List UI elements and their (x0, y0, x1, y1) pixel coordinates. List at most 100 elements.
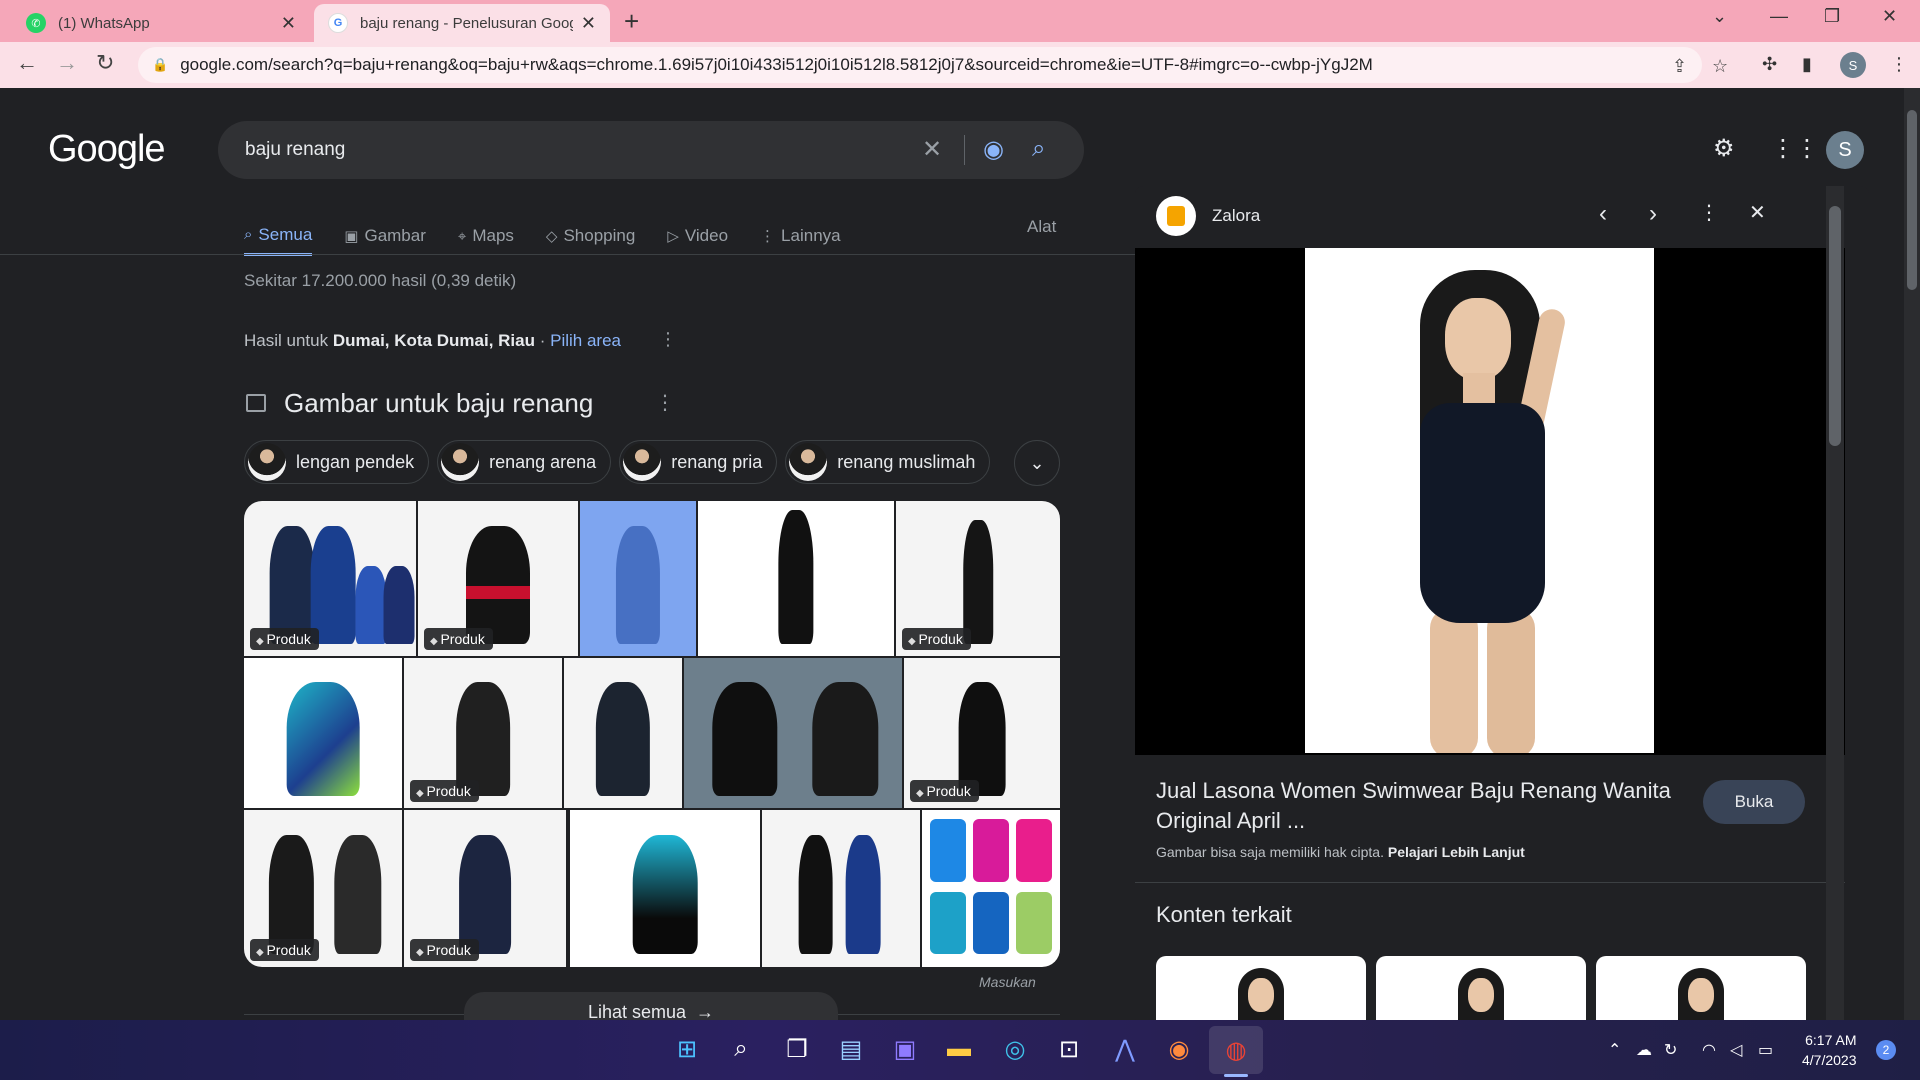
image-result[interactable]: Produk (404, 658, 562, 808)
share-icon[interactable]: ⇪ (1672, 56, 1687, 77)
close-tab-icon[interactable]: ✕ (281, 13, 296, 34)
chrome-icon[interactable]: ◍ (1209, 1026, 1263, 1074)
tab-maps[interactable]: ⌖ Maps (458, 216, 514, 256)
page-scrollbar[interactable] (1904, 88, 1920, 1020)
image-result[interactable]: Produk (896, 501, 1060, 656)
app-icon[interactable]: ⋀ (1108, 1032, 1142, 1066)
panel-scrollbar[interactable] (1826, 186, 1844, 1026)
related-image[interactable] (1156, 956, 1366, 1020)
close-icon[interactable]: ✕ (1749, 200, 1766, 225)
more-vert-icon[interactable]: ⋮ (1699, 200, 1719, 225)
close-tab-icon[interactable]: ✕ (581, 13, 596, 34)
task-view-icon[interactable]: ❐ (780, 1032, 814, 1066)
copyright-notice: Gambar bisa saja memiliki hak cipta. Pel… (1156, 844, 1525, 860)
sync-icon[interactable]: ↻ (1664, 1040, 1677, 1060)
next-chevron-icon[interactable]: › (1649, 200, 1657, 228)
extensions-icon[interactable]: ✣ (1762, 54, 1777, 75)
restore-icon[interactable]: ❐ (1824, 6, 1840, 27)
bookmark-star-icon[interactable]: ☆ (1712, 56, 1728, 77)
open-button[interactable]: Buka (1703, 780, 1805, 824)
system-clock[interactable]: 6:17 AM 4/7/2023 (1802, 1030, 1857, 1070)
choose-area-link[interactable]: Pilih area (550, 331, 621, 350)
chip-renang-pria[interactable]: renang pria (619, 440, 778, 484)
more-vert-icon: ⋮ (760, 228, 776, 245)
chip-renang-arena[interactable]: renang arena (437, 440, 612, 484)
tab-gambar[interactable]: ▣ Gambar (344, 216, 426, 256)
apps-grid-icon[interactable]: ⋮⋮ (1771, 134, 1819, 163)
chip-label: renang muslimah (837, 451, 976, 472)
feedback-link[interactable]: Masukan (979, 974, 1036, 990)
tab-whatsapp[interactable]: ✆ (1) WhatsApp ✕ (12, 4, 310, 42)
volume-icon[interactable]: ◁ (1730, 1040, 1742, 1060)
image-result[interactable]: Produk (404, 810, 566, 967)
learn-more-link[interactable]: Pelajari Lebih Lanjut (1388, 844, 1525, 860)
search-input[interactable]: baju renang ✕ ◉ ⌕ (218, 121, 1084, 179)
tab-lainnya[interactable]: ⋮ Lainnya (760, 216, 841, 256)
google-logo[interactable]: Google (48, 128, 166, 171)
related-image[interactable] (1596, 956, 1806, 1020)
reload-icon[interactable]: ↻ (96, 50, 114, 76)
camera-lens-icon[interactable]: ◉ (983, 135, 1004, 164)
preview-title[interactable]: Jual Lasona Women Swimwear Baju Renang W… (1156, 776, 1696, 836)
back-icon[interactable]: ← (16, 50, 38, 76)
scrollbar-thumb[interactable] (1907, 110, 1917, 290)
image-result[interactable]: Produk (418, 501, 578, 656)
minimize-icon[interactable]: — (1770, 6, 1788, 27)
chip-lengan-pendek[interactable]: lengan pendek (244, 440, 430, 484)
settings-gear-icon[interactable]: ⚙ (1713, 134, 1735, 163)
tab-shopping[interactable]: ◇ Shopping (546, 216, 635, 256)
image-result[interactable]: Produk (904, 658, 1060, 808)
profile-avatar[interactable]: S (1840, 52, 1866, 78)
forward-icon[interactable]: → (56, 50, 78, 76)
source-name[interactable]: Zalora (1212, 206, 1260, 226)
search-icon[interactable]: ⌕ (724, 1032, 758, 1066)
tools-button[interactable]: Alat (1027, 217, 1056, 237)
file-explorer-icon[interactable]: ▬ (942, 1032, 976, 1066)
image-result[interactable] (684, 658, 902, 808)
show-hidden-icons-icon[interactable]: ⌃ (1608, 1040, 1621, 1060)
tab-semua[interactable]: ⌕ Semua (244, 216, 313, 256)
window-close-icon[interactable]: ✕ (1882, 6, 1897, 27)
preview-image[interactable] (1135, 248, 1845, 755)
edge-icon[interactable]: ◎ (998, 1032, 1032, 1066)
chip-renang-muslimah[interactable]: renang muslimah (785, 440, 991, 484)
tab-google-search[interactable]: G baju renang - Penelusuran Googl ✕ (314, 4, 610, 42)
image-result[interactable]: Produk (244, 501, 416, 656)
search-icon[interactable]: ⌕ (1032, 135, 1045, 163)
widgets-icon[interactable]: ▤ (834, 1032, 868, 1066)
expand-chips-chevron-icon[interactable]: ⌄ (1014, 440, 1060, 486)
image-grid: Produk Produk Produk Produk (244, 501, 1060, 967)
tab-search-icon[interactable]: ⌄ (1712, 6, 1727, 27)
teams-chat-icon[interactable]: ▣ (888, 1032, 922, 1066)
account-avatar[interactable]: S (1826, 131, 1864, 169)
new-tab-icon[interactable]: + (624, 6, 639, 37)
leg-shape (1487, 608, 1535, 753)
image-result[interactable] (564, 658, 682, 808)
address-bar[interactable]: 🔒 google.com/search?q=baju+renang&oq=baj… (138, 47, 1702, 83)
previous-chevron-icon[interactable]: ‹ (1599, 200, 1607, 228)
image-result[interactable] (244, 658, 402, 808)
notification-badge[interactable]: 2 (1876, 1040, 1896, 1060)
microsoft-store-icon[interactable]: ⊡ (1052, 1032, 1086, 1066)
image-result[interactable] (570, 810, 760, 967)
clear-icon[interactable]: ✕ (922, 135, 942, 164)
more-vert-icon[interactable]: ⋮ (655, 390, 675, 415)
image-result[interactable] (580, 501, 696, 656)
images-section-title: Gambar untuk baju renang (284, 388, 594, 418)
chrome-menu-icon[interactable]: ⋮ (1890, 54, 1908, 75)
side-panel-icon[interactable]: ▮ (1802, 54, 1812, 75)
image-result[interactable] (922, 810, 1060, 967)
more-vert-icon[interactable]: ⋮ (659, 329, 677, 350)
windows-start-icon[interactable]: ⊞ (670, 1032, 704, 1066)
wifi-icon[interactable]: ◠ (1702, 1040, 1716, 1060)
firefox-icon[interactable]: ◉ (1162, 1032, 1196, 1066)
image-result[interactable] (698, 501, 894, 656)
scrollbar-thumb[interactable] (1829, 206, 1841, 446)
image-result[interactable] (762, 810, 920, 967)
image-result[interactable]: Produk (244, 810, 402, 967)
onedrive-cloud-icon[interactable]: ☁ (1636, 1040, 1652, 1060)
tab-video[interactable]: ▷ Video (667, 216, 728, 256)
see-all-button[interactable]: Lihat semua → (464, 992, 838, 1020)
battery-icon[interactable]: ▭ (1758, 1040, 1773, 1060)
related-image[interactable] (1376, 956, 1586, 1020)
